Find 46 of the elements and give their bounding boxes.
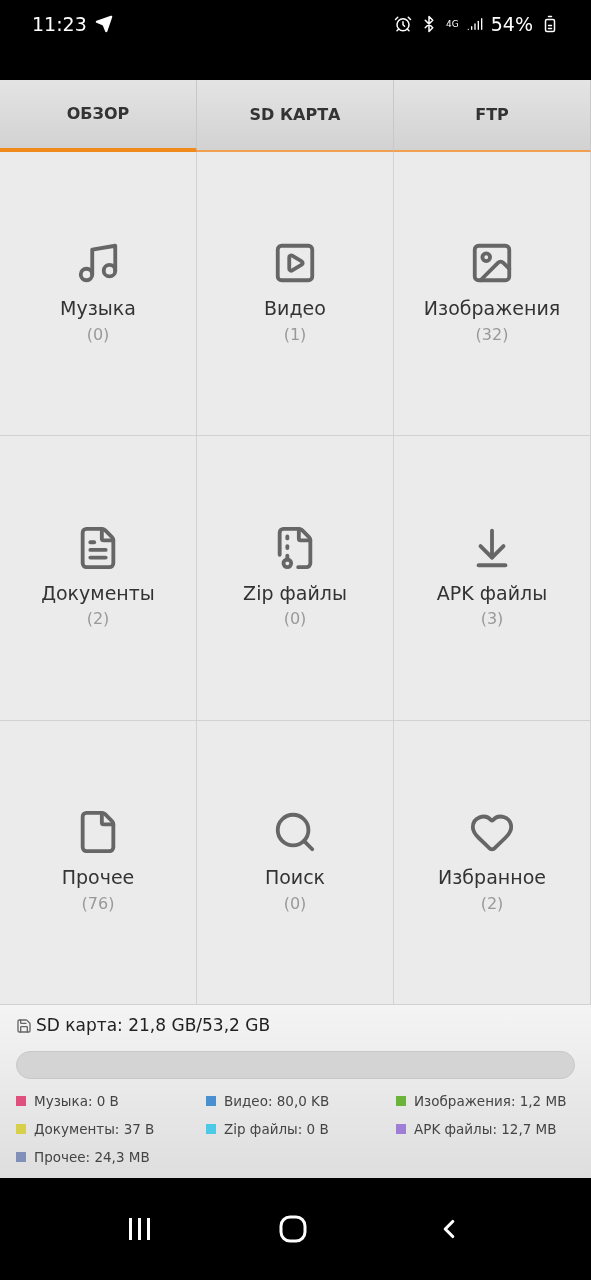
alarm-icon xyxy=(394,15,413,34)
category-label: Музыка xyxy=(60,296,136,322)
category-tile[interactable]: Документы (2) xyxy=(0,436,197,721)
category-tile[interactable]: Zip файлы (0) xyxy=(197,436,394,721)
legend-label: Видео: 80,0 KB xyxy=(224,1091,330,1111)
legend-label: Изображения: 1,2 MB xyxy=(414,1091,567,1111)
sd-card-icon xyxy=(16,1017,32,1034)
network-type: 4G xyxy=(446,17,459,31)
category-tile[interactable]: Музыка (0) xyxy=(0,152,197,437)
category-count: (0) xyxy=(283,608,307,631)
tab[interactable]: FTP xyxy=(394,80,591,152)
category-tile[interactable]: Прочее (76) xyxy=(0,720,197,1005)
category-count: (76) xyxy=(81,892,115,915)
legend-label: Музыка: 0 B xyxy=(34,1091,119,1111)
category-label: Поиск xyxy=(264,865,326,891)
clock: 11:23 xyxy=(32,12,87,37)
category-tile[interactable]: Поиск (0) xyxy=(197,720,394,1005)
category-label: Прочее xyxy=(61,865,135,891)
category-count: (32) xyxy=(475,323,509,346)
signal-icon xyxy=(466,16,483,33)
legend-label: Zip файлы: 0 B xyxy=(224,1119,329,1139)
tab[interactable]: ОБЗОР xyxy=(0,80,197,152)
paper-plane-icon xyxy=(94,15,113,34)
category-label: Изображения xyxy=(423,296,561,322)
category-count: (2) xyxy=(86,608,110,631)
category-count: (0) xyxy=(86,323,110,346)
category-label: Избранное xyxy=(438,865,546,891)
category-count: (0) xyxy=(283,892,307,915)
tab[interactable]: SD КАРТА xyxy=(197,80,394,152)
category-count: (1) xyxy=(283,323,307,346)
category-tile[interactable]: Видео (1) xyxy=(197,152,394,437)
battery-percent: 54% xyxy=(490,12,533,37)
legend-label: APK файлы: 12,7 MB xyxy=(414,1119,557,1139)
legend-label: Прочее: 24,3 MB xyxy=(34,1148,150,1167)
category-label: Документы xyxy=(41,580,155,606)
category-tile[interactable]: APK файлы (3) xyxy=(394,436,591,721)
category-tile[interactable]: Изображения (32) xyxy=(394,152,591,437)
category-count: (3) xyxy=(480,608,504,631)
storage-title: SD карта: 21,8 GB/53,2 GB xyxy=(36,1014,271,1037)
category-count: (2) xyxy=(480,892,504,915)
category-label: APK файлы xyxy=(436,580,548,606)
home-icon[interactable] xyxy=(279,1215,308,1243)
category-tile[interactable]: Избранное (2) xyxy=(394,720,591,1005)
category-label: Zip файлы xyxy=(243,580,347,606)
legend-label: Документы: 37 B xyxy=(34,1119,155,1139)
category-label: Видео xyxy=(264,296,326,322)
